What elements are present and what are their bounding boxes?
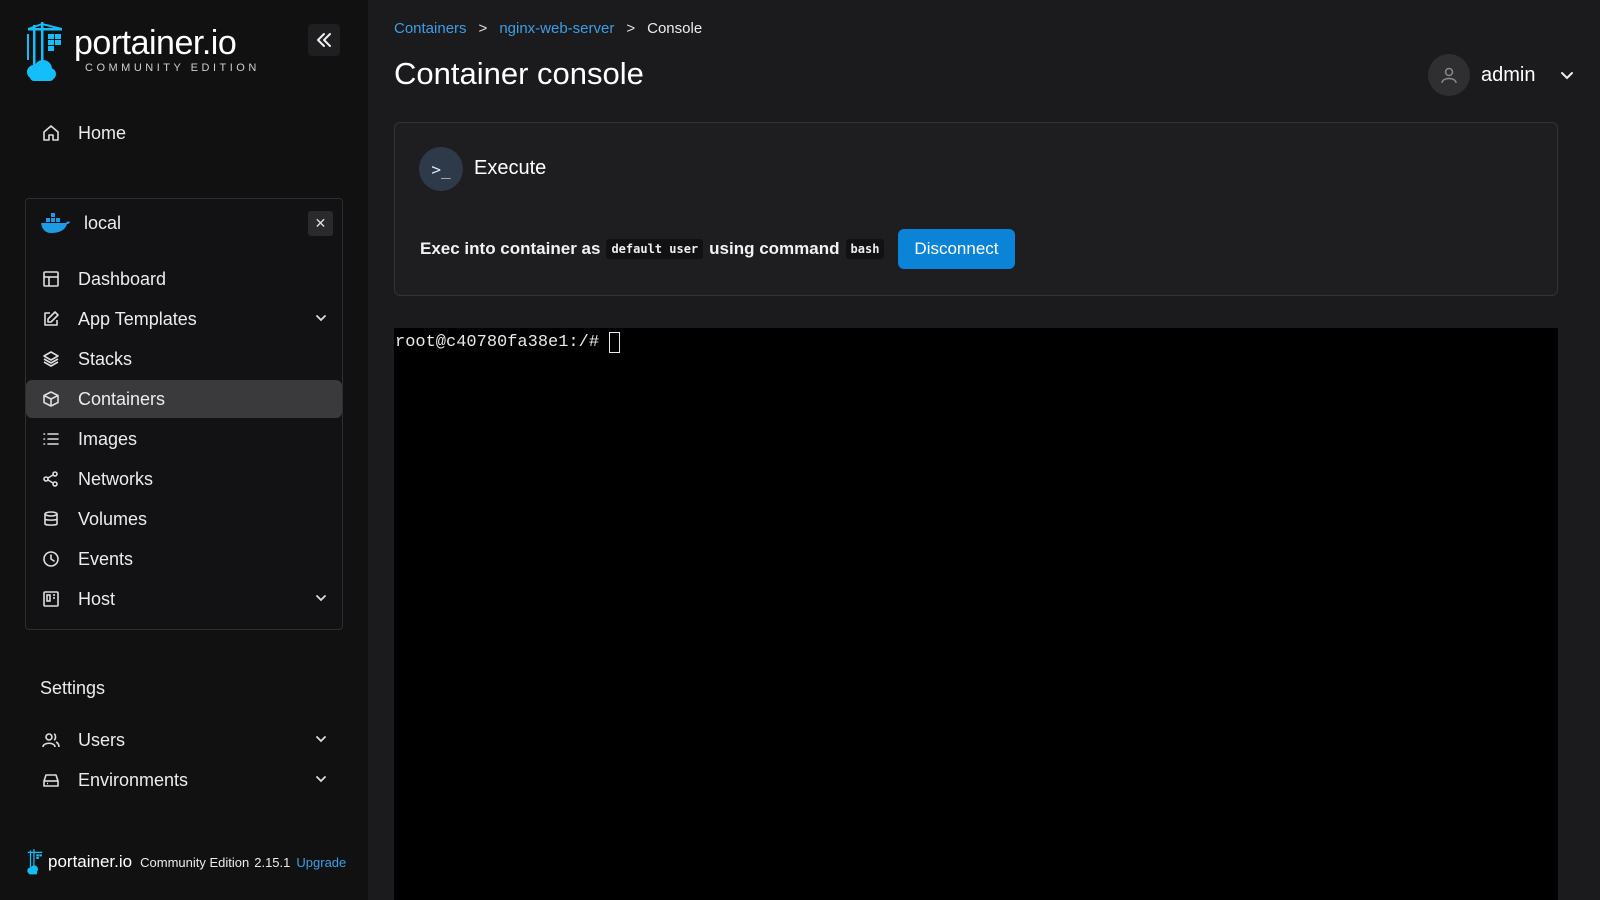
breadcrumb-separator: > xyxy=(626,20,636,37)
terminal-prompt: root@c40780fa38e1:/# xyxy=(395,333,600,352)
sidebar-item-stacks[interactable]: Stacks xyxy=(26,340,342,378)
sidebar-item-containers[interactable]: Containers xyxy=(26,380,342,418)
sidebar-item-networks[interactable]: Networks xyxy=(26,460,342,498)
environment-header: local xyxy=(26,204,342,242)
chevron-down-icon xyxy=(316,595,326,602)
sidebar-item-label: Volumes xyxy=(78,508,148,529)
clock-icon xyxy=(40,548,62,570)
portainer-crane-icon xyxy=(27,849,43,875)
sidebar-item-label: App Templates xyxy=(78,308,197,329)
terminal-line: root@c40780fa38e1:/# xyxy=(395,332,621,353)
chevron-down-icon xyxy=(1561,72,1574,80)
chevrons-left-icon xyxy=(317,33,331,47)
chevron-down-icon xyxy=(316,736,326,743)
share-network-icon xyxy=(40,468,62,490)
settings-section-label: Settings xyxy=(40,678,106,698)
dashboard-icon xyxy=(40,268,62,290)
footer-brand: portainer.io xyxy=(48,852,133,871)
close-icon: ✕ xyxy=(314,215,327,231)
sidebar-item-host[interactable]: Host xyxy=(26,580,342,618)
sidebar-item-images[interactable]: Images xyxy=(26,420,342,458)
username: admin xyxy=(1481,63,1536,86)
exec-user-code: default user xyxy=(606,239,704,259)
hard-drive-icon xyxy=(40,769,62,791)
sidebar-item-dashboard[interactable]: Dashboard xyxy=(26,260,342,298)
sidebar-item-label: Host xyxy=(78,588,116,609)
sidebar-item-label: Home xyxy=(78,122,127,143)
sidebar-item-label: Events xyxy=(78,548,134,569)
avatar xyxy=(1428,54,1470,96)
execute-title: Execute xyxy=(474,157,547,179)
sidebar: portainer.io COMMUNITY EDITION Home loca… xyxy=(0,0,368,900)
sidebar-item-events[interactable]: Events xyxy=(26,540,342,578)
users-icon xyxy=(40,729,62,751)
logo-subtitle: COMMUNITY EDITION xyxy=(85,62,260,74)
page-title: Container console xyxy=(394,56,644,91)
terminal-cursor xyxy=(609,332,621,353)
exec-prefix: Exec into container as xyxy=(420,239,601,258)
docker-whale-icon xyxy=(40,212,70,234)
list-icon xyxy=(40,428,62,450)
breadcrumb-separator: > xyxy=(478,20,488,37)
execute-card: >_ Execute Exec into container as defaul… xyxy=(394,122,1558,296)
terminal-icon: >_ xyxy=(419,147,463,191)
chevron-down-icon xyxy=(316,315,326,322)
exec-command-code: bash xyxy=(845,239,885,259)
home-icon xyxy=(40,122,62,144)
breadcrumb-current: Console xyxy=(647,20,703,37)
breadcrumb-containers-link[interactable]: Containers xyxy=(394,20,467,37)
exec-middle: using command xyxy=(709,239,840,258)
footer-version: 2.15.1 xyxy=(254,854,291,870)
layers-icon xyxy=(40,348,62,370)
user-menu[interactable]: admin xyxy=(1428,54,1575,96)
sidebar-item-volumes[interactable]: Volumes xyxy=(26,500,342,538)
environment-name: local xyxy=(84,212,122,233)
server-icon xyxy=(40,588,62,610)
breadcrumb: Containers > nginx-web-server > Console xyxy=(394,20,702,37)
collapse-sidebar-button[interactable] xyxy=(308,24,340,56)
edit-icon xyxy=(40,308,62,330)
database-icon xyxy=(40,508,62,530)
sidebar-item-app-templates[interactable]: App Templates xyxy=(26,300,342,338)
chevron-down-icon xyxy=(316,776,326,783)
box-icon xyxy=(40,388,62,410)
sidebar-item-home[interactable]: Home xyxy=(26,114,342,152)
footer-edition: Community Edition xyxy=(140,854,250,870)
user-icon xyxy=(1441,67,1457,84)
sidebar-item-label: Environments xyxy=(78,769,189,790)
breadcrumb-container-link[interactable]: nginx-web-server xyxy=(499,20,614,37)
main-content: Containers > nginx-web-server > Console … xyxy=(368,0,1600,900)
upgrade-link[interactable]: Upgrade xyxy=(296,855,346,870)
terminal[interactable]: root@c40780fa38e1:/# xyxy=(394,328,1558,900)
logo-title: portainer.io xyxy=(74,24,237,62)
sidebar-item-environments[interactable]: Environments xyxy=(26,761,342,799)
sidebar-item-label: Images xyxy=(78,428,138,449)
sidebar-item-users[interactable]: Users xyxy=(26,721,342,759)
portainer-logo[interactable]: portainer.io COMMUNITY EDITION xyxy=(24,22,260,82)
sidebar-item-label: Containers xyxy=(78,388,166,409)
sidebar-item-label: Stacks xyxy=(78,348,133,369)
disconnect-button[interactable]: Disconnect xyxy=(898,229,1015,269)
sidebar-item-label: Dashboard xyxy=(78,268,167,289)
close-environment-button[interactable]: ✕ xyxy=(308,211,333,236)
sidebar-item-label: Networks xyxy=(78,468,154,489)
exec-description: Exec into container as default user usin… xyxy=(420,229,1015,269)
sidebar-item-label: Users xyxy=(78,729,126,750)
portainer-crane-icon xyxy=(27,22,62,81)
sidebar-footer: portainer.io Community Edition 2.15.1 Up… xyxy=(26,848,346,876)
